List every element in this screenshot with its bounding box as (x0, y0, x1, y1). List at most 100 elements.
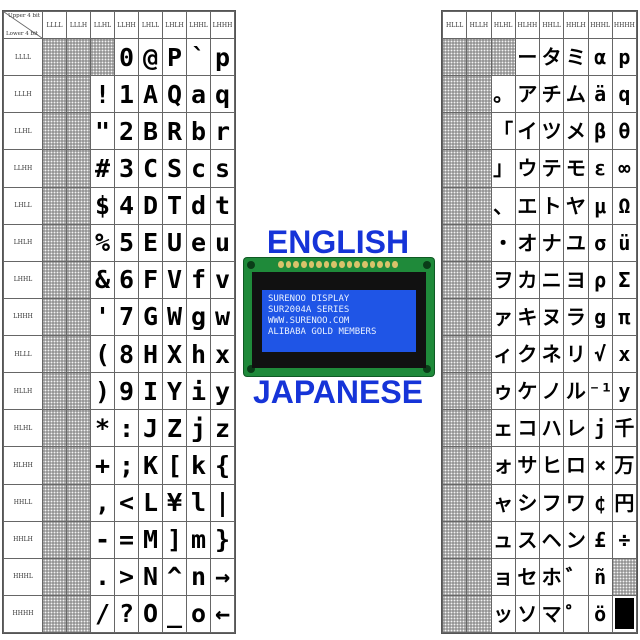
char-cell: ロ (563, 446, 589, 485)
lcd-line: SURENOO DISPLAY (268, 294, 350, 304)
char-glyph: Z (163, 415, 186, 441)
char-cell (66, 483, 91, 522)
char-cell: - (90, 520, 115, 559)
table-row: HHLH - = M] m} (3, 520, 235, 559)
char-glyph: ÷ (613, 529, 636, 550)
corner-cell: Upper 4 bit Lower 4 bit (3, 11, 43, 39)
char-cell: r (210, 112, 235, 151)
char-cell: ゥ (490, 372, 516, 411)
char-cell: ä (587, 75, 613, 114)
row-header: LLHL (3, 112, 43, 151)
char-cell (42, 223, 67, 262)
char-glyph: ・ (492, 230, 515, 255)
header-pin (331, 261, 337, 268)
solid-block-glyph (615, 598, 634, 630)
char-glyph: ` (187, 44, 210, 70)
char-glyph: y (613, 381, 636, 402)
char-cell: z (210, 409, 235, 448)
char-glyph: ォ (492, 453, 515, 478)
lcd-screen: SURENOO DISPLAY SUR2004A SERIES WWW.SURE… (262, 290, 416, 352)
char-cell: ü (611, 223, 638, 262)
char-glyph: ソ (516, 601, 539, 626)
table-row: ェコハレj千 (441, 409, 638, 448)
table-row: 」ウテモ ε ∞ (441, 149, 638, 188)
column-header: HHHL (587, 11, 613, 39)
table-row: HHHH /? O _ o ← (3, 594, 235, 634)
char-cell: ナ (538, 223, 565, 262)
char-glyph: ル (564, 379, 587, 404)
char-glyph: W (163, 304, 186, 330)
char-glyph: M (139, 527, 162, 553)
char-cell: t (210, 186, 235, 225)
char-cell: ョ (490, 557, 516, 596)
char-cell (42, 297, 67, 337)
char-glyph: r (211, 118, 234, 144)
char-cell: 」 (490, 149, 516, 188)
header-pin (377, 261, 383, 268)
char-glyph: ゥ (492, 379, 515, 404)
char-glyph: ∞ (613, 158, 636, 179)
char-cell: y (611, 372, 638, 411)
char-cell (42, 483, 67, 522)
char-cell: ユ (563, 223, 589, 262)
char-glyph: α (589, 47, 612, 68)
table-row: LHHH ' 7 G Wg w (3, 297, 235, 337)
char-glyph: β (589, 121, 612, 142)
char-cell: % (90, 223, 115, 262)
char-glyph: 1 (115, 81, 138, 107)
row-header: LLLH (3, 75, 43, 114)
char-cell: コ (514, 409, 541, 448)
char-glyph: g (187, 304, 210, 330)
char-cell (611, 557, 638, 596)
char-glyph: ア (516, 82, 539, 107)
char-cell: @ (138, 37, 163, 77)
char-cell (466, 186, 492, 225)
char-cell: ゜ (563, 594, 589, 634)
char-glyph: p (613, 47, 636, 68)
char-glyph: ñ (589, 566, 612, 587)
char-cell: s (210, 149, 235, 188)
char-glyph: ホ (540, 564, 563, 589)
char-glyph: ツ (540, 119, 563, 144)
char-cell: ノ (538, 372, 565, 411)
char-glyph: c (187, 155, 210, 181)
char-cell: タ (538, 37, 565, 77)
row-header: LLHH (3, 149, 43, 188)
char-cell: θ (611, 112, 638, 151)
char-glyph: ヌ (540, 304, 563, 329)
char-cell (66, 223, 91, 262)
column-header: HHLH (563, 11, 589, 39)
char-cell: ン (563, 520, 589, 559)
char-cell: m (186, 520, 211, 559)
char-cell: ル (563, 372, 589, 411)
mount-hole (423, 261, 431, 269)
lcd-bezel: SURENOO DISPLAY SUR2004A SERIES WWW.SURE… (252, 272, 426, 368)
char-glyph: ャ (492, 490, 515, 515)
char-cell: } (210, 520, 235, 559)
column-header: LHLL (138, 11, 163, 39)
header-pin (278, 261, 284, 268)
char-cell: ñ (587, 557, 613, 596)
char-glyph: σ (589, 232, 612, 253)
table-row: ゥケノル ⁻¹ y (441, 372, 638, 411)
char-cell: Q (162, 75, 187, 114)
row-header: HLLL (3, 334, 43, 374)
row-header: HLLH (3, 372, 43, 411)
table-row: HLLH) 9 I Yi y (3, 372, 235, 411)
table-header-row: HLLL HLLH HLHL HLHH HHLL HHLH HHHL HHHH (441, 11, 638, 39)
char-glyph: x (613, 344, 636, 365)
char-glyph: G (139, 304, 162, 330)
char-cell (42, 112, 67, 151)
char-glyph: k (187, 452, 210, 478)
char-glyph: 万 (613, 453, 636, 478)
char-cell: q (210, 75, 235, 114)
char-glyph: → (211, 564, 234, 590)
english-label: ENGLISH (266, 224, 410, 260)
char-glyph: 「 (492, 119, 515, 144)
char-glyph: サ (516, 453, 539, 478)
char-cell: モ (563, 149, 589, 188)
char-glyph: メ (564, 119, 587, 144)
char-cell: Z (162, 409, 187, 448)
char-glyph: フ (540, 490, 563, 515)
char-cell: w (210, 297, 235, 337)
